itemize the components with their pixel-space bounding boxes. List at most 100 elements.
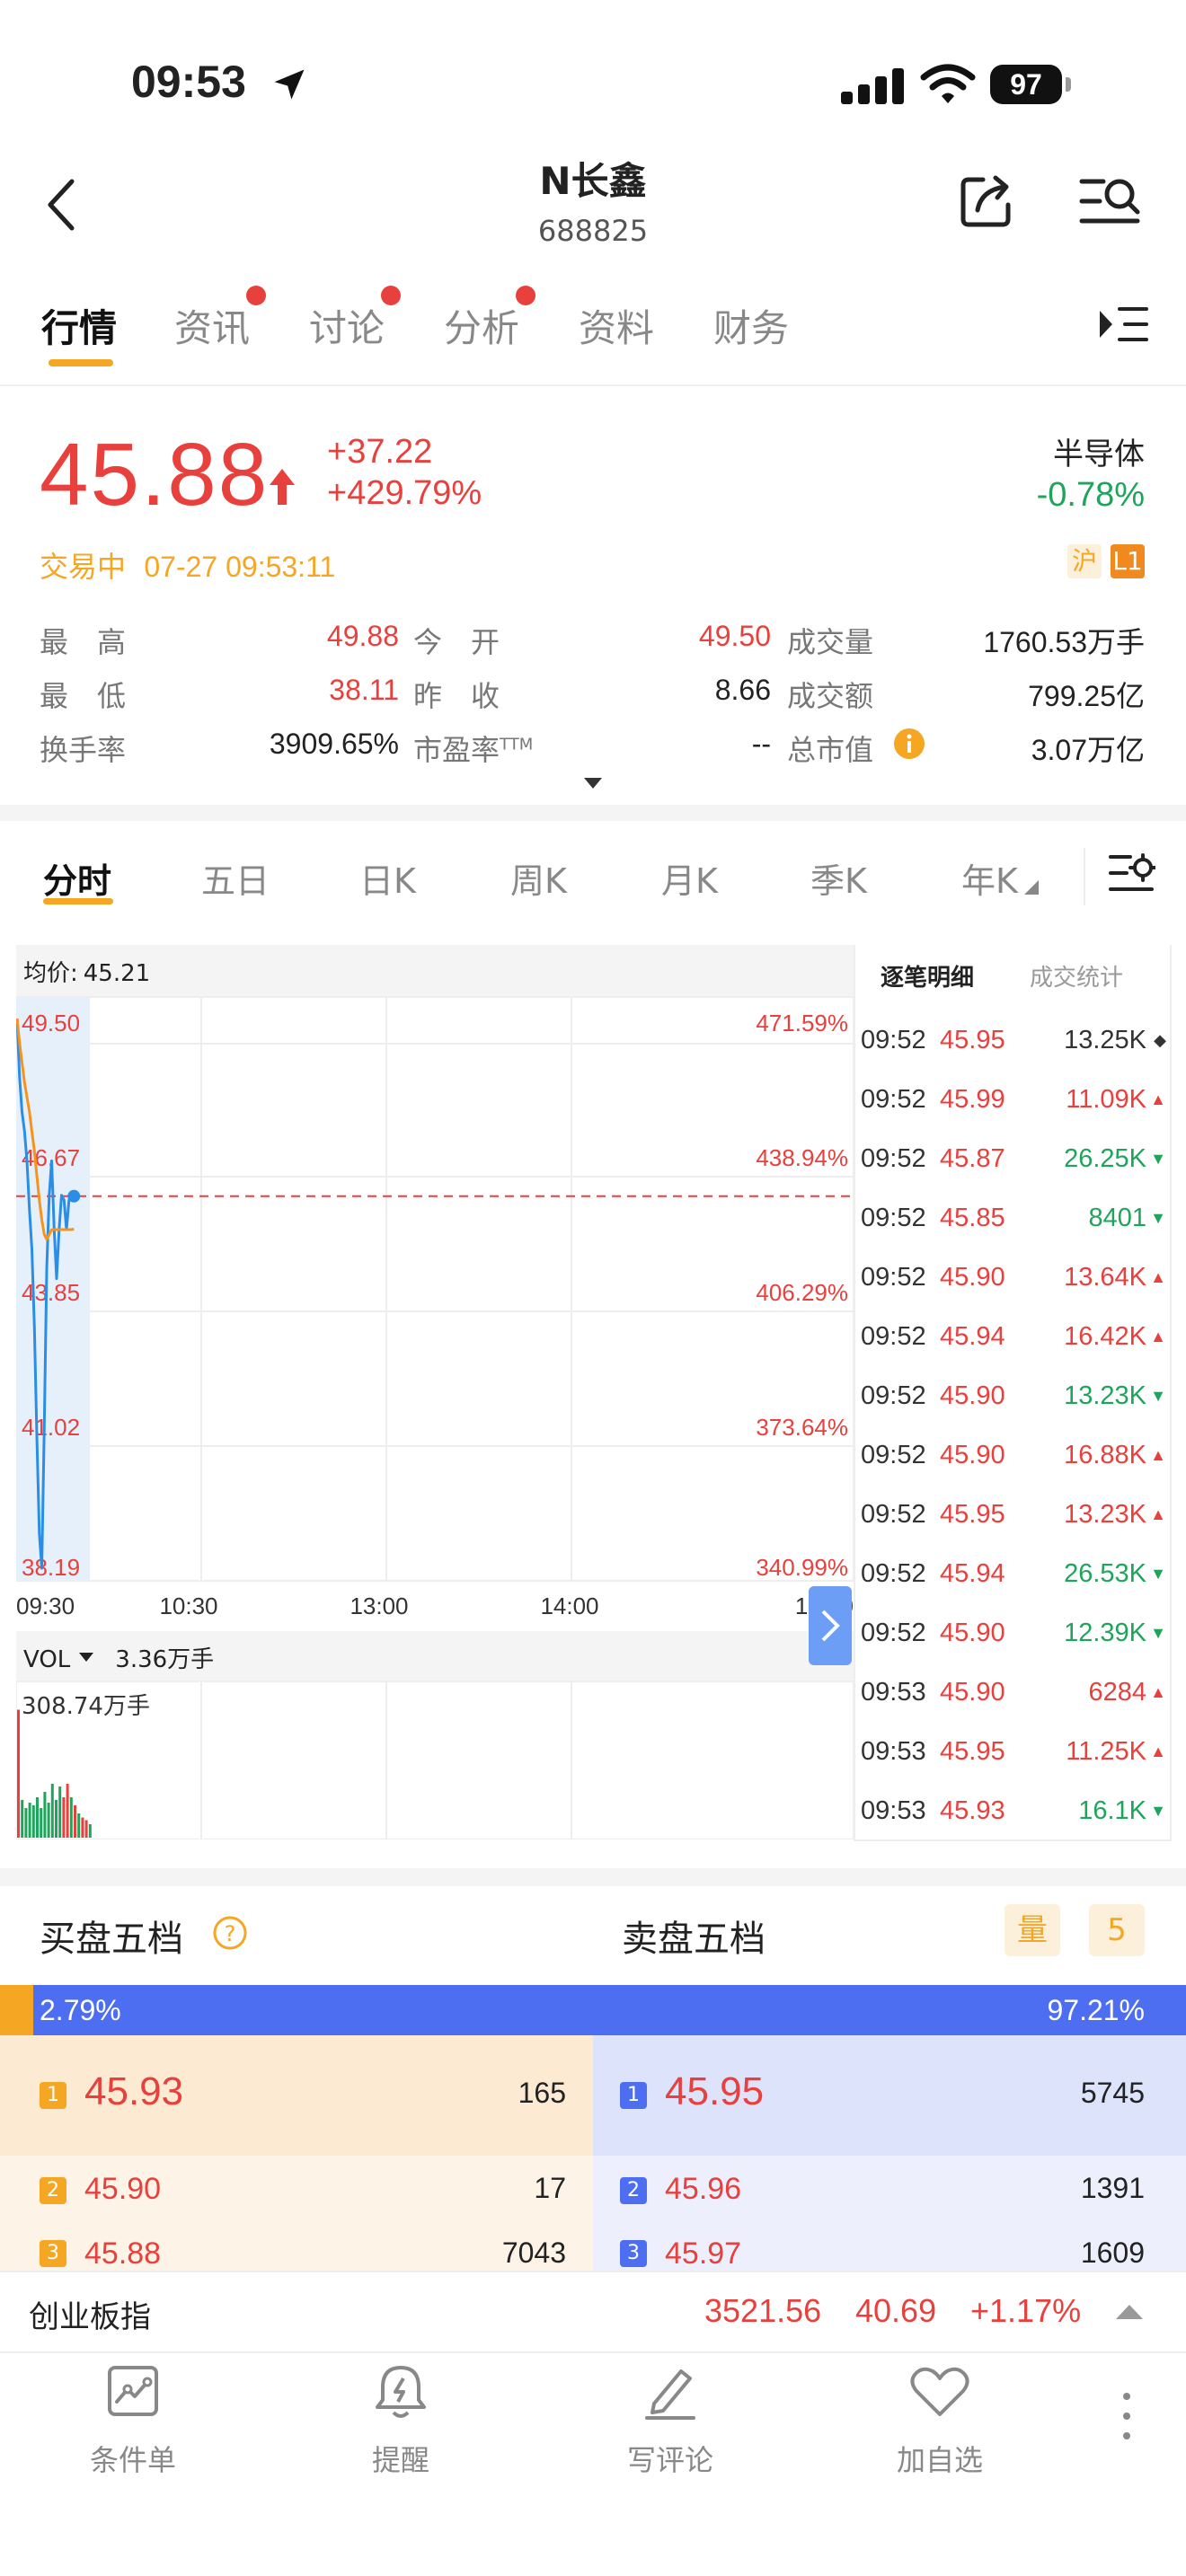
volume-toggle-button[interactable]: 量 bbox=[1005, 1904, 1060, 1956]
intraday-chart[interactable]: 均价: 45.21 49.5046.6743.8541.0238.19 471.5… bbox=[16, 945, 854, 1839]
trade-tape-row: 09:52 45.94 26.53K ▼ bbox=[861, 1559, 1166, 1613]
ctab-weekly[interactable]: 周K bbox=[510, 853, 567, 903]
trading-status-label: 交易中 bbox=[40, 550, 127, 584]
sector-change: -0.78% bbox=[1036, 476, 1145, 514]
stat-low-value: 38.11 bbox=[329, 674, 399, 706]
battery-cap bbox=[1066, 77, 1071, 92]
current-price: 45.88 bbox=[40, 425, 270, 524]
tape-time: 09:52 bbox=[861, 1500, 926, 1529]
volume-bar bbox=[47, 1803, 50, 1838]
ctab-5day[interactable]: 五日 bbox=[201, 853, 270, 903]
tape-volume: 12.39K bbox=[1064, 1619, 1146, 1647]
down-arrow-icon: ▼ bbox=[1150, 1150, 1166, 1168]
chart-series bbox=[16, 1018, 854, 1570]
discussion-unread-dot bbox=[381, 286, 401, 305]
stat-amount-label: 成交额 bbox=[787, 679, 874, 713]
avg-label-value: 45.21 bbox=[84, 960, 150, 987]
tape-time: 09:53 bbox=[861, 1796, 926, 1825]
down-arrow-icon: ▼ bbox=[1150, 1802, 1166, 1820]
ctab-daily[interactable]: 日K bbox=[359, 853, 416, 903]
share-icon[interactable] bbox=[958, 172, 1015, 230]
tape-time: 09:52 bbox=[861, 1263, 926, 1292]
tape-price: 45.90 bbox=[940, 1619, 1005, 1647]
buy-levels-title: 买盘五档 bbox=[40, 1919, 183, 1960]
expand-panel-button[interactable] bbox=[809, 1586, 852, 1665]
volume-bar bbox=[36, 1797, 39, 1838]
price-tick-label: 49.50 bbox=[22, 1010, 80, 1037]
stat-open-label: 今 开 bbox=[413, 625, 500, 659]
tab-quote[interactable]: 行情 bbox=[41, 298, 117, 353]
down-arrow-icon: ▼ bbox=[1150, 1387, 1166, 1405]
tab-news[interactable]: 资讯 bbox=[174, 298, 250, 353]
sell-levels-2-3: 2 45.96 1391 3 45.97 1609 bbox=[593, 2156, 1186, 2271]
more-tabs-icon[interactable] bbox=[1098, 305, 1148, 343]
stat-pe-sup: TTM bbox=[500, 735, 534, 754]
tab-trade-detail[interactable]: 逐笔明细 bbox=[881, 959, 974, 992]
avg-label-text: 均价: bbox=[23, 960, 78, 987]
trade-tape-row: 09:52 45.90 13.23K ▼ bbox=[861, 1381, 1166, 1435]
tape-time: 09:52 bbox=[861, 1322, 926, 1351]
sell-level-volume: 1609 bbox=[1080, 2236, 1145, 2269]
ctab-quarterly[interactable]: 季K bbox=[810, 853, 867, 903]
trade-tape-row: 09:52 45.90 16.88K ▲ bbox=[861, 1441, 1166, 1495]
tab-profile[interactable]: 资料 bbox=[579, 298, 654, 353]
index-ticker-bar[interactable]: 创业板指 3521.56 40.69 +1.17% bbox=[0, 2271, 1186, 2353]
chart-settings-icon[interactable] bbox=[1109, 851, 1155, 895]
tape-price: 45.87 bbox=[940, 1144, 1005, 1173]
expand-stats-icon[interactable] bbox=[584, 778, 602, 789]
tabs-divider bbox=[0, 384, 1186, 386]
tape-volume: 13.64K bbox=[1064, 1263, 1146, 1292]
plot-border bbox=[16, 996, 854, 1582]
ctab-monthly[interactable]: 月K bbox=[661, 853, 718, 903]
tab-trade-stats[interactable]: 成交统计 bbox=[1030, 959, 1123, 992]
buy-level-price: 45.93 bbox=[84, 2069, 184, 2113]
help-icon[interactable]: ? bbox=[212, 1915, 248, 1951]
sell-ratio-pct: 97.21% bbox=[1047, 1994, 1145, 2026]
tab-finance[interactable]: 财务 bbox=[713, 298, 789, 353]
buy-level-volume: 17 bbox=[534, 2172, 566, 2204]
status-bar: 09:53 97 bbox=[0, 0, 1186, 135]
tape-time: 09:53 bbox=[861, 1737, 926, 1766]
sell-level-price: 45.96 bbox=[665, 2172, 742, 2206]
index-expand-icon[interactable] bbox=[1116, 2305, 1143, 2319]
vol-label-value: 3.36万手 bbox=[115, 1646, 214, 1673]
tape-volume: 26.25K bbox=[1064, 1144, 1146, 1173]
trade-tape-row: 09:52 45.99 11.09K ▲ bbox=[861, 1085, 1166, 1139]
tape-price: 45.95 bbox=[940, 1737, 1005, 1766]
tape-volume: 6284 bbox=[1088, 1678, 1146, 1707]
conditional-order-label: 条件单 bbox=[89, 2443, 176, 2477]
ctab-yearly-dropdown-icon[interactable] bbox=[1024, 880, 1039, 895]
tab-discussion[interactable]: 讨论 bbox=[309, 298, 385, 353]
more-options-icon[interactable] bbox=[1120, 2389, 1134, 2443]
pct-tick-label: 406.29% bbox=[756, 1279, 848, 1306]
buy-ratio-fill bbox=[0, 1985, 33, 2035]
tab-analysis[interactable]: 分析 bbox=[444, 298, 519, 353]
ctab-intraday[interactable]: 分时 bbox=[43, 853, 111, 903]
up-arrow-icon: ▲ bbox=[1150, 1268, 1166, 1286]
tape-price: 45.95 bbox=[940, 1500, 1005, 1529]
buy-level-volume: 165 bbox=[518, 2077, 566, 2109]
pct-tick-label: 340.99% bbox=[756, 1554, 848, 1581]
levels-count-button[interactable]: 5 bbox=[1089, 1904, 1145, 1956]
buy-ratio-pct: 2.79% bbox=[40, 1994, 121, 2026]
volume-bar bbox=[81, 1817, 84, 1838]
search-menu-icon[interactable] bbox=[1078, 174, 1143, 228]
volume-bar bbox=[84, 1820, 88, 1838]
avg-price-label: 均价: 45.21 bbox=[23, 960, 150, 987]
up-arrow-icon: ▲ bbox=[1150, 1446, 1166, 1464]
buy-level-price: 45.88 bbox=[84, 2236, 162, 2271]
tape-time: 09:52 bbox=[861, 1204, 926, 1232]
cellular-signal-icon bbox=[841, 66, 904, 104]
level-badge: L1 bbox=[1111, 544, 1145, 578]
info-icon[interactable] bbox=[893, 728, 925, 760]
tape-price: 45.90 bbox=[940, 1678, 1005, 1707]
ctab-yearly[interactable]: 年K bbox=[961, 853, 1018, 903]
location-arrow-icon bbox=[274, 69, 305, 100]
tape-price: 45.95 bbox=[940, 1026, 1005, 1054]
stat-pe-value: -- bbox=[751, 728, 771, 760]
down-arrow-icon: ▼ bbox=[1150, 1624, 1166, 1642]
stat-turnover-label: 换手率 bbox=[40, 733, 127, 767]
sector-name[interactable]: 半导体 bbox=[1053, 429, 1145, 473]
sell-level-price: 45.97 bbox=[665, 2236, 742, 2271]
tape-time: 09:52 bbox=[861, 1619, 926, 1647]
